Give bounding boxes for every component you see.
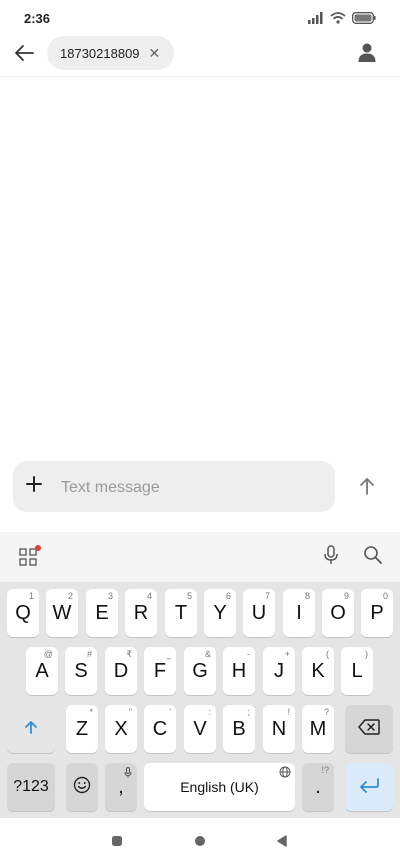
status-time: 2:36 bbox=[24, 11, 51, 26]
home-circle-icon bbox=[194, 834, 206, 852]
key-f[interactable]: _ F bbox=[144, 647, 176, 695]
status-bar: 2:36 bbox=[0, 0, 400, 36]
key-g[interactable]: & G bbox=[184, 647, 216, 695]
back-button[interactable] bbox=[10, 41, 38, 69]
recipient-number: 18730218809 bbox=[60, 45, 140, 61]
send-arrow-icon bbox=[357, 476, 377, 501]
key-p[interactable]: 0P bbox=[361, 589, 393, 637]
close-icon[interactable]: ✕ bbox=[149, 46, 161, 60]
key-row-1: 1Q 2W 3E 4R 5T 6Y 7U 8I 9O 0P bbox=[0, 589, 400, 637]
system-navigation-bar bbox=[0, 818, 400, 866]
wifi-icon bbox=[330, 11, 346, 29]
search-icon bbox=[363, 545, 383, 570]
recents-button[interactable] bbox=[110, 836, 124, 850]
keyboard-toolbar bbox=[0, 532, 400, 582]
contact-button[interactable] bbox=[354, 41, 380, 67]
key-o[interactable]: 9O bbox=[322, 589, 354, 637]
comma-key[interactable]: , bbox=[105, 763, 137, 811]
keyboard: 1Q 2W 3E 4R 5T 6Y 7U 8I 9O 0P @ A # S ₹ D _… bbox=[0, 532, 400, 818]
key-q[interactable]: 1Q bbox=[7, 589, 39, 637]
message-thread bbox=[0, 77, 400, 457]
key-y[interactable]: 6Y bbox=[204, 589, 236, 637]
symbols-key[interactable]: ?123 bbox=[7, 763, 55, 811]
keyboard-keys: 1Q 2W 3E 4R 5T 6Y 7U 8I 9O 0P @ A # S ₹ D _… bbox=[0, 582, 400, 818]
keyboard-search-button[interactable] bbox=[362, 545, 384, 570]
signal-icon bbox=[308, 11, 324, 29]
enter-key[interactable] bbox=[345, 763, 393, 811]
emoji-key[interactable] bbox=[66, 763, 98, 811]
mic-icon bbox=[124, 765, 132, 783]
status-icons bbox=[308, 11, 376, 29]
back-triangle-icon bbox=[276, 834, 288, 852]
key-row-3: * Z " X ' C :V ; B ! N ? M bbox=[0, 705, 400, 753]
key-v[interactable]: :V bbox=[184, 705, 216, 753]
key-a[interactable]: @ A bbox=[26, 647, 58, 695]
key-s[interactable]: # S bbox=[65, 647, 97, 695]
recipient-chip[interactable]: 18730218809 ✕ bbox=[47, 36, 175, 70]
key-r[interactable]: 4R bbox=[125, 589, 157, 637]
backspace-key[interactable] bbox=[345, 705, 393, 753]
key-d[interactable]: ₹ D bbox=[105, 647, 137, 695]
key-k[interactable]: (K bbox=[302, 647, 334, 695]
add-attachment-button[interactable] bbox=[23, 475, 45, 497]
key-e[interactable]: 3E bbox=[86, 589, 118, 637]
nav-back-button[interactable] bbox=[275, 834, 289, 852]
voice-input-button[interactable] bbox=[320, 544, 342, 570]
key-l[interactable]: ) L bbox=[341, 647, 373, 695]
key-n[interactable]: ! N bbox=[263, 705, 295, 753]
battery-icon bbox=[352, 11, 376, 29]
apps-grid-icon bbox=[19, 545, 41, 566]
key-j[interactable]: + J bbox=[263, 647, 295, 695]
key-t[interactable]: 5T bbox=[165, 589, 197, 637]
key-i[interactable]: 8I bbox=[283, 589, 315, 637]
key-c[interactable]: ' C bbox=[144, 705, 176, 753]
key-row-2: @ A # S ₹ D _ F & G -H + J (K ) L bbox=[0, 647, 400, 695]
key-w[interactable]: 2W bbox=[46, 589, 78, 637]
key-u[interactable]: 7U bbox=[243, 589, 275, 637]
key-b[interactable]: ; B bbox=[223, 705, 255, 753]
notification-dot bbox=[35, 545, 41, 551]
shift-arrow-icon bbox=[23, 719, 39, 740]
shift-key[interactable] bbox=[7, 705, 55, 753]
message-input[interactable] bbox=[59, 461, 323, 514]
conversation-header: 18730218809 ✕ bbox=[0, 36, 400, 77]
backspace-icon bbox=[358, 718, 380, 740]
space-key[interactable]: English (UK) bbox=[144, 763, 295, 811]
enter-arrow-icon bbox=[358, 777, 380, 798]
emoji-icon bbox=[73, 776, 91, 799]
period-key[interactable]: !? . bbox=[302, 763, 334, 811]
key-z[interactable]: * Z bbox=[66, 705, 98, 753]
key-row-4: ?123 , English (UK) !? . bbox=[0, 763, 400, 811]
plus-icon bbox=[25, 475, 43, 498]
compose-box bbox=[13, 461, 335, 514]
contact-person-icon bbox=[357, 42, 377, 67]
mic-icon bbox=[322, 544, 340, 570]
key-h[interactable]: -H bbox=[223, 647, 255, 695]
recents-square-icon bbox=[111, 834, 123, 852]
apps-button[interactable] bbox=[17, 545, 41, 568]
home-button[interactable] bbox=[193, 836, 207, 850]
back-arrow-icon bbox=[12, 41, 36, 70]
send-button[interactable] bbox=[354, 475, 380, 501]
key-x[interactable]: " X bbox=[105, 705, 137, 753]
globe-icon bbox=[279, 765, 291, 783]
key-m[interactable]: ? M bbox=[302, 705, 334, 753]
